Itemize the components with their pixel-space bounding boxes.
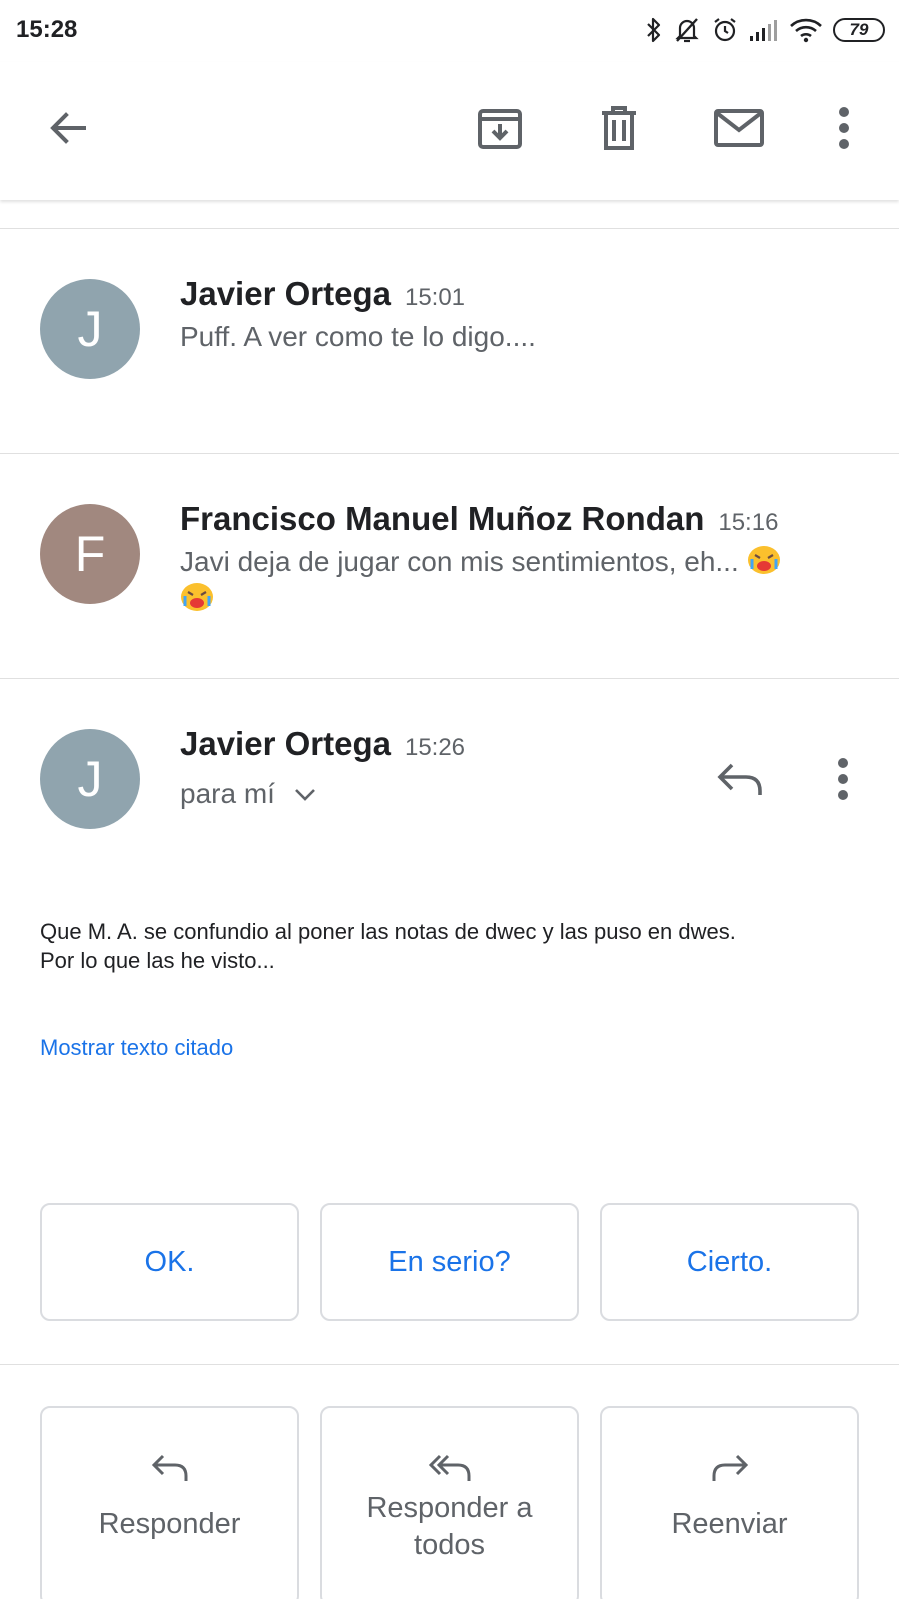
archive-button[interactable]	[468, 96, 532, 160]
status-time: 15:28	[16, 16, 78, 43]
message-snippet: Puff. A ver como te lo digo....	[180, 321, 536, 352]
reply-icon	[717, 763, 762, 795]
mail-unread-icon	[714, 109, 764, 147]
more-vert-icon	[839, 107, 849, 149]
back-button[interactable]	[36, 96, 100, 160]
back-arrow-icon	[50, 112, 86, 144]
sender-name: Javier Ortega	[180, 725, 391, 762]
trash-icon	[602, 106, 636, 150]
bluetooth-icon	[645, 16, 663, 44]
show-quoted-text-link[interactable]: Mostrar texto citado	[40, 1035, 233, 1061]
smart-reply-button[interactable]: Cierto.	[600, 1203, 859, 1321]
reply-all-action-button[interactable]: Responder a todos	[320, 1406, 579, 1599]
snippet-text: Javi deja de jugar con mis sentimientos,…	[180, 546, 739, 577]
chevron-down-icon	[295, 789, 315, 801]
avatar: J	[40, 729, 140, 829]
message-collapsed-1[interactable]: J Javier Ortega 15:01 Puff. A ver como t…	[0, 229, 899, 453]
reply-button[interactable]	[712, 751, 768, 807]
more-options-button[interactable]	[812, 96, 876, 160]
message-time: 15:26	[404, 734, 466, 761]
smart-reply-button[interactable]: En serio?	[320, 1203, 579, 1321]
reply-icon	[151, 1454, 187, 1481]
sender-line: Javier Ortega 15:01	[180, 275, 465, 313]
mark-unread-button[interactable]	[707, 96, 771, 160]
sender-line: Francisco Manuel Muñoz Rondan 15:16	[180, 500, 778, 538]
crying-face-emoji	[181, 583, 213, 611]
sender-name: Javier Ortega	[180, 275, 391, 312]
smart-reply-button[interactable]: OK.	[40, 1203, 299, 1321]
reply-all-label: Responder a todos	[366, 1490, 532, 1564]
body-line: Por lo que las he visto...	[40, 948, 275, 973]
reply-all-icon	[428, 1454, 470, 1481]
avatar: J	[40, 279, 140, 379]
crying-face-emoji	[747, 546, 780, 574]
message-time: 15:01	[404, 284, 466, 311]
reply-label: Responder	[98, 1508, 241, 1540]
more-vert-icon	[838, 758, 848, 800]
battery-icon: 79	[833, 18, 885, 42]
recipient-toggle[interactable]: para mí	[180, 778, 317, 810]
forward-icon	[712, 1454, 748, 1481]
toolbar	[0, 62, 899, 200]
message-time: 15:16	[718, 509, 779, 536]
reply-action-button[interactable]: Responder	[40, 1406, 299, 1599]
recipient-label: para mí	[180, 778, 275, 809]
delete-button[interactable]	[587, 96, 651, 160]
forward-label: Reenviar	[671, 1508, 788, 1540]
status-icons: 79	[645, 12, 885, 48]
message-body: Que M. A. se confundio al poner las nota…	[40, 917, 870, 975]
message-collapsed-2[interactable]: F Francisco Manuel Muñoz Rondan 15:16 Ja…	[0, 454, 899, 678]
sender-line: Javier Ortega 15:26	[180, 725, 465, 763]
message-expanded: J Javier Ortega 15:26 para mí	[0, 679, 899, 1079]
archive-icon	[478, 109, 522, 149]
message-snippet: Javi deja de jugar con mis sentimientos,…	[180, 543, 840, 617]
wifi-icon	[789, 17, 823, 43]
battery-level: 79	[849, 20, 869, 39]
reply-all-label-line: Responder a	[366, 1492, 533, 1524]
divider	[0, 1364, 899, 1365]
sender-name: Francisco Manuel Muñoz Rondan	[180, 500, 705, 537]
reply-all-label-line: todos	[414, 1529, 485, 1561]
muted-bell-icon	[673, 16, 701, 44]
body-line: Que M. A. se confundio al poner las nota…	[40, 919, 736, 944]
signal-icon	[749, 18, 779, 42]
alarm-icon	[711, 16, 739, 44]
status-bar: 15:28 79	[0, 0, 899, 62]
forward-action-button[interactable]: Reenviar	[600, 1406, 859, 1599]
avatar: F	[40, 504, 140, 604]
message-more-button[interactable]	[818, 751, 868, 807]
